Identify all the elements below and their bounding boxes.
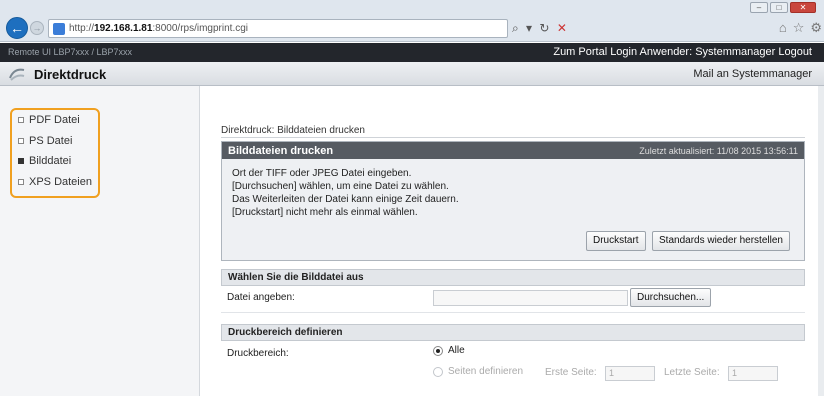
bullet-icon <box>18 179 24 185</box>
address-bar[interactable]: http://192.168.1.81:8000/rps/imgprint.cg… <box>48 19 508 38</box>
toolbar-icons: ⌂ ☆ ⚙ <box>779 20 822 36</box>
sidebar-item-image[interactable]: Bilddatei <box>18 155 71 167</box>
device-header-bar: Remote UI LBP7xxx / LBP7xxx Zum Portal L… <box>0 43 824 62</box>
home-icon[interactable]: ⌂ <box>779 20 787 36</box>
stop-icon[interactable]: ✕ <box>557 21 569 35</box>
maximize-button[interactable]: □ <box>770 2 788 13</box>
page-title: Direktdruck <box>34 67 107 82</box>
portal-login-links[interactable]: Zum Portal Login Anwender: Systemmanager… <box>553 46 812 58</box>
instruction-line: [Druckstart] nicht mehr als einmal wähle… <box>232 207 418 218</box>
settings-gear-icon[interactable]: ⚙ <box>810 20 822 36</box>
close-window-button[interactable]: ✕ <box>790 2 816 13</box>
url-prefix: http:// <box>69 23 95 34</box>
bullet-icon <box>18 158 24 164</box>
search-refresh-icons[interactable]: ⌕ ▾ ↻ <box>512 21 551 35</box>
bullet-icon <box>18 117 24 123</box>
instruction-line: Ort der TIFF oder JPEG Datei eingeben. <box>232 168 412 179</box>
url-path: :8000/rps/imgprint.cgi <box>152 23 249 34</box>
first-page-input[interactable]: 1 <box>605 366 655 381</box>
url-host: 192.168.1.81 <box>94 23 153 34</box>
range-define-radio[interactable] <box>433 367 443 377</box>
print-start-button[interactable]: Druckstart <box>586 231 646 251</box>
browser-titlebar: – □ ✕ <box>0 0 824 14</box>
panel-header: Bilddateien drucken Zuletzt aktualisiert… <box>222 142 804 159</box>
select-file-section-header: Wählen Sie die Bilddatei aus <box>221 269 805 286</box>
sidebar-item-ps[interactable]: PS Datei <box>18 135 72 147</box>
instruction-line: Das Weiterleiten der Datei kann einige Z… <box>232 194 459 205</box>
sidebar-item-label: XPS Dateien <box>29 176 92 188</box>
forward-button[interactable]: → <box>30 21 44 35</box>
last-page-input[interactable]: 1 <box>728 366 778 381</box>
sidebar-item-label: PDF Datei <box>29 114 80 126</box>
page-title-bar: Direktdruck Mail an Systemmanager <box>0 62 824 86</box>
divider <box>221 312 805 313</box>
range-define-label: Seiten definieren <box>448 366 524 377</box>
range-all-radio[interactable] <box>433 346 443 356</box>
last-page-label: Letzte Seite: <box>664 367 720 378</box>
print-range-section-header: Druckbereich definieren <box>221 324 805 341</box>
browser-navbar: ← → http://192.168.1.81:8000/rps/imgprin… <box>0 14 824 42</box>
mail-admin-link[interactable]: Mail an Systemmanager <box>693 68 812 80</box>
file-path-input[interactable] <box>433 290 628 306</box>
sidebar-item-label: Bilddatei <box>29 155 72 167</box>
back-button[interactable]: ← <box>6 17 28 39</box>
address-controls: ⌕ ▾ ↻ ✕ ⌂ ☆ ⚙ <box>512 19 824 38</box>
device-name: Remote UI LBP7xxx / LBP7xxx <box>8 47 133 57</box>
first-page-label: Erste Seite: <box>545 367 597 378</box>
breadcrumb: Direktdruck: Bilddateien drucken <box>221 125 365 136</box>
print-range-label: Druckbereich: <box>227 348 289 359</box>
page-icon <box>53 23 65 35</box>
panel-title: Bilddateien drucken <box>228 145 334 157</box>
file-label: Datei angeben: <box>227 292 295 303</box>
page-scrollbar[interactable] <box>818 86 824 396</box>
sidebar-item-label: PS Datei <box>29 135 73 147</box>
window-controls: – □ ✕ <box>750 2 816 13</box>
sidebar-item-xps[interactable]: XPS Dateien <box>18 176 92 188</box>
sidebar-item-pdf[interactable]: PDF Datei <box>18 114 80 126</box>
instructions: Ort der TIFF oder JPEG Datei eingeben. [… <box>232 167 459 219</box>
range-all-label: Alle <box>448 345 465 356</box>
print-panel: Bilddateien drucken Zuletzt aktualisiert… <box>221 141 805 261</box>
reset-defaults-button[interactable]: Standards wieder herstellen <box>652 231 790 251</box>
favorites-star-icon[interactable]: ☆ <box>793 20 805 36</box>
divider <box>221 137 805 138</box>
last-updated: Zuletzt aktualisiert: 11/08 2015 13:56:1… <box>639 146 798 156</box>
instruction-line: [Durchsuchen] wählen, um eine Datei zu w… <box>232 181 449 192</box>
bullet-icon <box>18 138 24 144</box>
address-bar-buttons[interactable]: ⌕ ▾ ↻ ✕ <box>512 21 569 36</box>
minimize-button[interactable]: – <box>750 2 768 13</box>
browse-button[interactable]: Durchsuchen... <box>630 288 712 307</box>
direct-print-icon <box>9 68 25 81</box>
url-text: http://192.168.1.81:8000/rps/imgprint.cg… <box>69 23 248 34</box>
